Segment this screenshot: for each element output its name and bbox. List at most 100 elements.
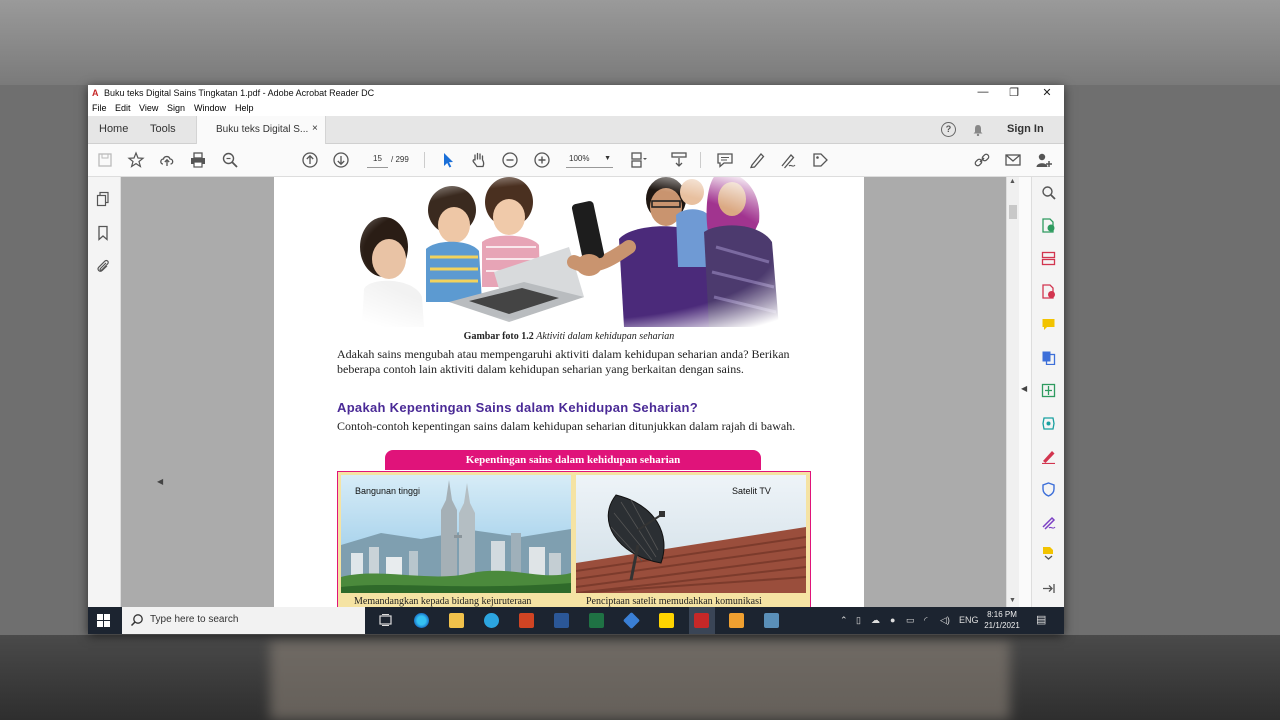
tray-device-icon[interactable]: ▯ (856, 615, 861, 626)
left-navigation-pane (88, 177, 121, 607)
store-icon[interactable] (729, 613, 744, 628)
vertical-scrollbar[interactable]: ▲ ▼ (1006, 177, 1019, 607)
save-icon[interactable] (96, 151, 114, 169)
next-page-icon[interactable] (332, 151, 350, 169)
zoom-level-select[interactable]: 100% ▼ (566, 151, 613, 168)
close-window-button[interactable]: ✕ (1037, 86, 1057, 99)
create-pdf-icon[interactable] (1041, 284, 1056, 299)
highlight-pen-icon[interactable] (748, 151, 766, 169)
microphone-icon[interactable]: ● (890, 615, 895, 625)
fill-sign-icon[interactable] (1041, 449, 1056, 465)
comment-icon[interactable] (716, 151, 734, 169)
zoom-value: 100% (569, 154, 590, 163)
sticky-notes-icon[interactable] (659, 613, 674, 628)
minimize-button[interactable]: — (973, 86, 993, 98)
scrollbar-thumb[interactable] (1009, 205, 1017, 219)
combine-files-icon[interactable] (1041, 350, 1056, 366)
search-placeholder: Type here to search (150, 614, 239, 625)
bookmark-icon[interactable] (95, 225, 111, 246)
satellite-tv-label: Satelit TV (732, 486, 771, 496)
collapse-right-pane-icon[interactable]: ◀ (1021, 384, 1027, 393)
powerpoint-icon[interactable] (519, 613, 534, 628)
menu-help[interactable]: Help (235, 103, 254, 113)
file-explorer-icon[interactable] (449, 613, 464, 628)
word-icon[interactable] (554, 613, 569, 628)
scrolling-mode-icon[interactable] (670, 151, 688, 169)
wifi-icon[interactable]: ◜ (924, 615, 928, 626)
print-icon[interactable] (189, 151, 207, 169)
collapse-left-pane-icon[interactable]: ◀ (157, 477, 163, 486)
right-pane-gutter: ◀ (1019, 177, 1031, 607)
page-total: / 299 (391, 155, 409, 164)
previous-page-icon[interactable] (301, 151, 319, 169)
select-cursor-icon[interactable] (439, 151, 457, 169)
clock-time: 8:16 PM (987, 610, 1017, 619)
tab-home[interactable]: Home (99, 123, 128, 135)
taskbar-search-box[interactable]: Type here to search (122, 607, 365, 634)
comment-tool-icon[interactable] (1041, 317, 1056, 332)
notification-center-icon[interactable]: ▤ (1036, 613, 1046, 626)
page-display-icon[interactable] (629, 151, 647, 169)
acrobat-reader-icon[interactable] (694, 613, 709, 628)
help-icon[interactable]: ? (941, 122, 956, 137)
tab-bar: Home Tools Buku teks Digital S... × ? Si… (88, 116, 1064, 144)
menu-window[interactable]: Window (194, 103, 226, 113)
menu-view[interactable]: View (139, 103, 158, 113)
edge-browser-icon[interactable] (414, 613, 429, 628)
scroll-up-icon[interactable]: ▲ (1009, 178, 1016, 185)
close-tab-button[interactable]: × (312, 123, 318, 134)
onedrive-cloud-icon[interactable]: ☁ (871, 615, 880, 626)
task-view-icon[interactable] (378, 613, 393, 628)
window-title: Buku teks Digital Sains Tingkatan 1.pdf … (104, 88, 375, 98)
menu-file[interactable]: File (92, 103, 107, 113)
system-clock[interactable]: 8:16 PM 21/1/2021 (984, 609, 1020, 631)
battery-icon[interactable]: ▭ (906, 615, 915, 626)
menu-bar: File Edit View Sign Window Help (88, 101, 1064, 116)
zoom-out-icon[interactable] (501, 151, 519, 169)
app-diamond-icon[interactable] (623, 612, 640, 629)
restore-button[interactable]: ❐ (1004, 86, 1024, 99)
pdf-page: Gambar foto 1.2 Aktiviti dalam kehidupan… (274, 177, 864, 607)
page-number-input[interactable]: 15 (367, 151, 388, 168)
upload-cloud-icon[interactable] (158, 151, 176, 169)
app-window-icon[interactable] (764, 613, 779, 628)
tab-tools[interactable]: Tools (150, 123, 176, 135)
zoom-search-icon[interactable] (221, 151, 239, 169)
menu-sign[interactable]: Sign (167, 103, 185, 113)
excel-icon[interactable] (589, 613, 604, 628)
windows-start-icon[interactable] (97, 614, 110, 627)
telegram-icon[interactable] (484, 613, 499, 628)
tab-document[interactable]: Buku teks Digital S... × (196, 116, 326, 144)
share-link-icon[interactable] (973, 151, 991, 169)
email-icon[interactable] (1004, 151, 1022, 169)
document-tab-label: Buku teks Digital S... (216, 124, 309, 135)
toolbar-divider (700, 152, 701, 168)
zoom-in-icon[interactable] (533, 151, 551, 169)
add-user-icon[interactable] (1035, 151, 1053, 169)
hand-tool-icon[interactable] (470, 151, 488, 169)
collapse-tools-pane-icon[interactable] (1041, 581, 1056, 596)
stamp-tag-icon[interactable] (811, 151, 829, 169)
scan-ocr-icon[interactable] (1041, 416, 1056, 431)
language-indicator[interactable]: ENG (959, 615, 979, 625)
menu-edit[interactable]: Edit (115, 103, 131, 113)
attachment-paperclip-icon[interactable] (95, 258, 111, 279)
bookmark-star-icon[interactable] (127, 151, 145, 169)
organize-pages-icon[interactable] (1041, 251, 1056, 266)
protect-shield-icon[interactable] (1041, 482, 1056, 497)
draw-sign-icon[interactable] (779, 151, 797, 169)
more-tools-icon[interactable] (1041, 545, 1056, 560)
notification-bell-icon[interactable] (972, 123, 984, 137)
compress-pdf-icon[interactable] (1041, 383, 1056, 398)
tall-buildings-label: Bangunan tinggi (355, 486, 421, 496)
title-bar: A Buku teks Digital Sains Tingkatan 1.pd… (88, 85, 1064, 101)
volume-icon[interactable]: ◁) (940, 615, 950, 626)
page-thumbnails-icon[interactable] (95, 191, 111, 212)
scroll-down-icon[interactable]: ▼ (1009, 597, 1016, 604)
search-tool-icon[interactable] (1041, 185, 1056, 200)
show-hidden-icons-chevron-icon[interactable]: ⌃ (840, 615, 848, 626)
sign-in-button[interactable]: Sign In (1007, 123, 1044, 135)
export-pdf-icon[interactable] (1041, 218, 1056, 233)
diagram-banner: Kepentingan sains dalam kehidupan sehari… (385, 450, 761, 470)
request-signature-icon[interactable] (1041, 515, 1056, 530)
